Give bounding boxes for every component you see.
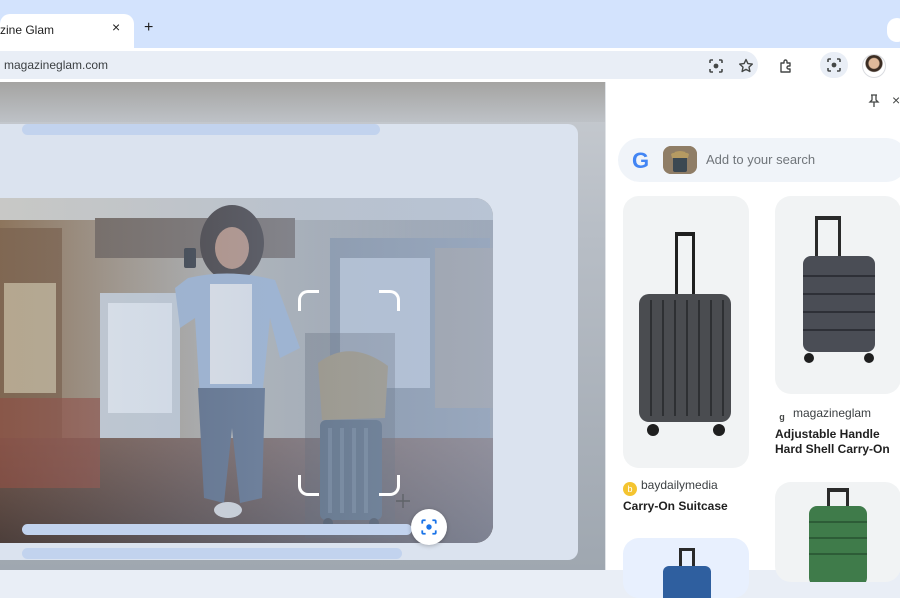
result-title[interactable]: Carry-On Suitcase xyxy=(623,499,749,514)
article-card xyxy=(0,124,578,560)
browser-toolbar: magazineglam.com xyxy=(0,48,900,82)
result-source[interactable]: g magazineglam xyxy=(775,406,871,424)
search-placeholder[interactable]: Add to your search xyxy=(706,152,815,167)
result-source[interactable]: b baydailymedia xyxy=(623,478,718,496)
extensions-icon[interactable] xyxy=(777,57,795,75)
tab-magazine-glam[interactable]: zine Glam × xyxy=(0,14,134,48)
lens-search-icon[interactable] xyxy=(707,57,725,75)
placeholder-line xyxy=(22,124,380,135)
article-photo xyxy=(0,198,493,543)
result-title[interactable]: Adjustable Handle Hard Shell Carry-On xyxy=(775,427,899,457)
address-bar[interactable]: magazineglam.com xyxy=(0,51,758,79)
tab-search-button[interactable] xyxy=(887,18,900,42)
tab-strip: zine Glam × + xyxy=(0,0,900,48)
suitcase-image xyxy=(803,216,875,363)
crosshair-cursor-icon xyxy=(396,494,410,508)
result-image-card[interactable] xyxy=(623,538,749,598)
site-favicon-icon: b xyxy=(623,482,637,496)
lens-icon xyxy=(827,58,841,72)
lens-search-bar[interactable]: G Add to your search xyxy=(618,138,900,182)
pin-icon[interactable] xyxy=(868,94,880,108)
close-icon[interactable]: × xyxy=(892,92,900,108)
tab-close-icon[interactable]: × xyxy=(112,19,120,35)
profile-avatar[interactable] xyxy=(862,54,886,78)
selection-corner[interactable] xyxy=(298,475,319,496)
selection-thumbnail[interactable] xyxy=(663,146,697,174)
selection-corner[interactable] xyxy=(379,475,400,496)
url-text: magazineglam.com xyxy=(4,58,109,72)
page-header-blur xyxy=(0,82,605,122)
result-image-card[interactable] xyxy=(775,196,900,394)
result-image-card[interactable] xyxy=(775,482,900,582)
result-image-card[interactable] xyxy=(623,196,749,468)
lens-icon xyxy=(421,519,437,535)
lens-active-button[interactable] xyxy=(820,52,848,78)
selection-corner[interactable] xyxy=(379,290,400,311)
site-favicon-icon: g xyxy=(779,412,785,422)
lens-side-panel: × G Add to your search b baydailymedia Ca… xyxy=(605,82,900,598)
google-logo-icon: G xyxy=(632,148,650,173)
suitcase-image xyxy=(639,232,731,436)
tab-title: zine Glam xyxy=(0,23,55,37)
bookmark-star-icon[interactable] xyxy=(737,57,755,75)
placeholder-line xyxy=(22,548,402,559)
lens-floating-button[interactable] xyxy=(411,509,447,545)
suitcase-image xyxy=(663,548,711,598)
placeholder-line xyxy=(22,524,412,535)
selection-corner[interactable] xyxy=(298,290,319,311)
new-tab-button[interactable]: + xyxy=(144,19,153,37)
suitcase-image xyxy=(809,488,867,582)
lens-selection-box[interactable] xyxy=(298,290,400,496)
